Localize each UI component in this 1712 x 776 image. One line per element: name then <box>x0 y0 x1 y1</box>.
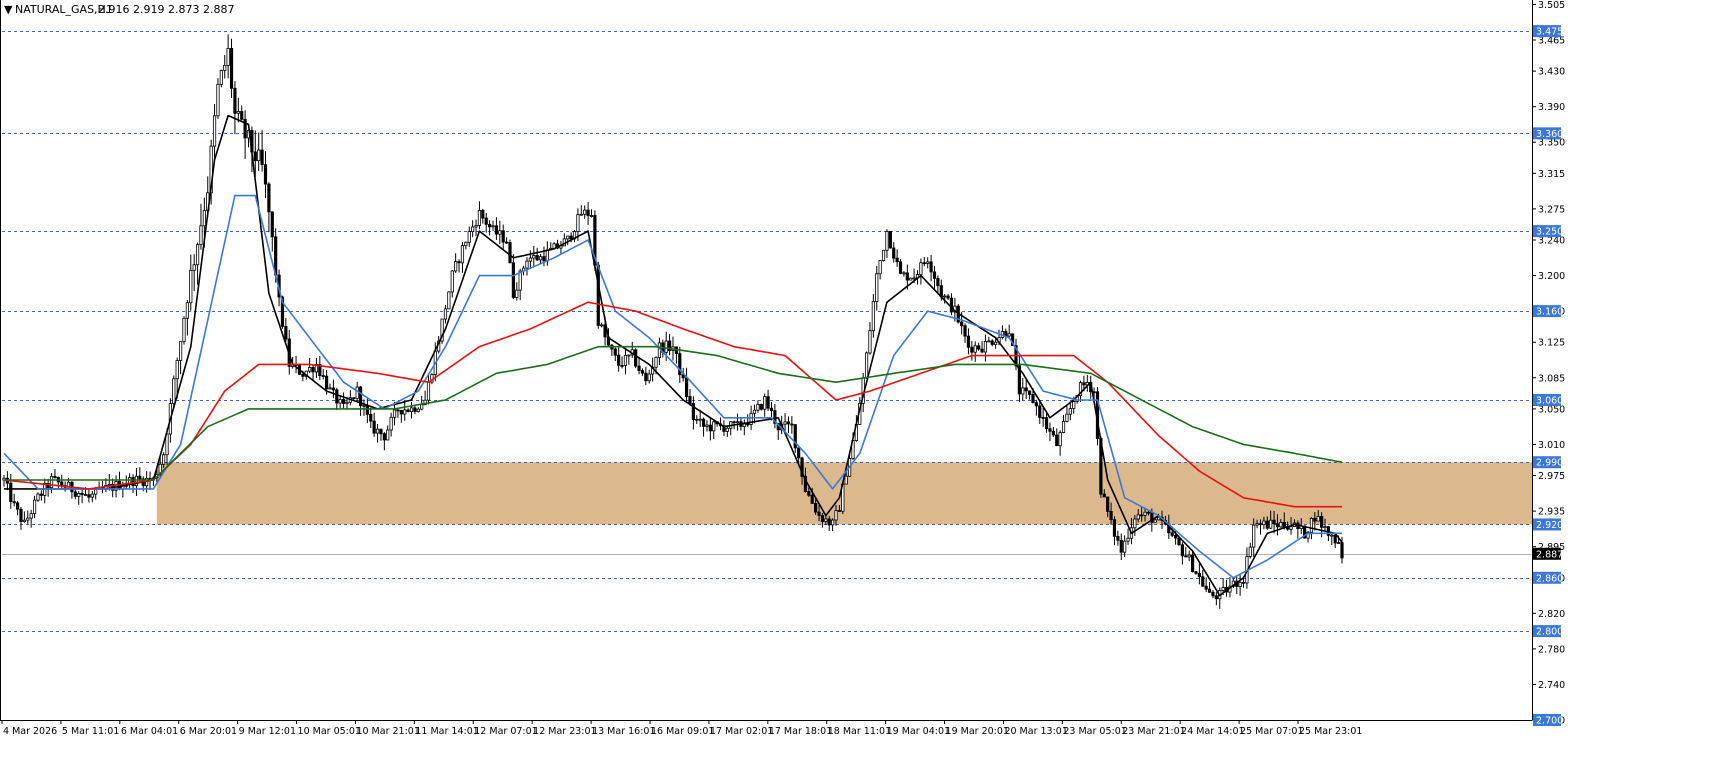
svg-text:2.700: 2.700 <box>1536 716 1563 727</box>
y-tick-label: 3.200 <box>1538 271 1565 282</box>
x-tick-label: 19 Mar 04:01 <box>887 726 950 737</box>
x-tick-label: 16 Mar 09:01 <box>651 726 714 737</box>
x-tick-label: 10 Mar 21:01 <box>356 726 419 737</box>
zone-rect <box>156 462 1532 525</box>
candle <box>881 249 886 262</box>
candle <box>447 291 451 310</box>
y-tick-label: 3.390 <box>1538 102 1565 113</box>
candle <box>898 259 903 275</box>
svg-text:3.060: 3.060 <box>1536 396 1563 407</box>
level-price-label: 3.160 <box>1533 305 1563 318</box>
candle <box>216 78 220 119</box>
x-tick-label: 11 Mar 14:01 <box>415 726 478 737</box>
support-resistance-zone <box>156 462 1532 525</box>
candle <box>36 492 40 502</box>
candle <box>596 261 600 329</box>
level-price-label: 3.360 <box>1533 127 1563 140</box>
svg-text:2.990: 2.990 <box>1536 458 1563 469</box>
collapse-triangle-icon[interactable]: ▼ <box>4 3 13 16</box>
svg-text:3.250: 3.250 <box>1536 227 1563 238</box>
candle <box>219 69 223 88</box>
chart-header: ▼ NATURAL_GAS,H1 2.916 2.919 2.873 2.887 <box>4 3 234 16</box>
x-tick-label: 24 Mar 14:01 <box>1181 726 1244 737</box>
level-price-label: 3.250 <box>1533 225 1563 238</box>
candle <box>508 239 512 264</box>
y-tick-label: 3.315 <box>1538 169 1565 180</box>
candle <box>864 351 869 379</box>
ohlc-values: 2.916 2.919 2.873 2.887 <box>98 3 234 16</box>
x-tick-label: 23 Mar 05:01 <box>1063 726 1126 737</box>
level-price-label: 2.920 <box>1533 518 1563 531</box>
x-tick-label: 13 Mar 16:01 <box>592 726 655 737</box>
svg-text:2.860: 2.860 <box>1536 573 1563 584</box>
level-price-label: 3.475 <box>1533 25 1563 38</box>
x-tick-label: 18 Mar 11:01 <box>828 726 891 737</box>
x-tick-label: 23 Mar 21:01 <box>1122 726 1185 737</box>
candle <box>759 403 763 411</box>
price-chart[interactable]: 3.5053.4653.4303.3903.3503.3153.2753.240… <box>0 0 1712 776</box>
x-tick-label: 19 Mar 20:01 <box>946 726 1009 737</box>
y-tick-label: 2.935 <box>1538 507 1565 518</box>
x-tick-label: 12 Mar 23:01 <box>533 726 596 737</box>
candle <box>182 316 186 345</box>
x-tick-label: 20 Mar 13:01 <box>1004 726 1067 737</box>
x-tick-label: 17 Mar 02:01 <box>710 726 773 737</box>
svg-text:2.800: 2.800 <box>1536 627 1563 638</box>
x-tick-label: 17 Mar 18:01 <box>769 726 832 737</box>
candle <box>888 231 892 249</box>
y-tick-label: 2.820 <box>1538 609 1565 620</box>
x-tick-label: 9 Mar 12:01 <box>239 726 296 737</box>
y-tick-label: 3.430 <box>1538 67 1565 78</box>
svg-text:3.475: 3.475 <box>1536 27 1563 38</box>
x-tick-label: 25 Mar 07:01 <box>1240 726 1303 737</box>
y-tick-label: 3.010 <box>1538 440 1565 451</box>
y-tick-label: 3.125 <box>1538 338 1565 349</box>
level-price-label: 2.990 <box>1533 456 1563 469</box>
level-price-label: 3.060 <box>1533 394 1563 407</box>
y-tick-label: 3.505 <box>1538 0 1565 11</box>
level-price-label: 2.800 <box>1533 625 1563 638</box>
x-tick-label: 10 Mar 05:01 <box>298 726 361 737</box>
svg-text:3.360: 3.360 <box>1536 129 1563 140</box>
y-tick-label: 3.275 <box>1538 204 1565 215</box>
x-tick-label: 6 Mar 04:01 <box>121 726 178 737</box>
x-tick-label: 25 Mar 23:01 <box>1299 726 1362 737</box>
y-tick-label: 2.780 <box>1538 644 1565 655</box>
x-tick-label: 6 Mar 20:01 <box>180 726 237 737</box>
candle <box>634 348 638 369</box>
x-tick-label: 12 Mar 07:01 <box>474 726 537 737</box>
chart-background <box>0 0 1712 776</box>
x-tick-label: 4 Mar 2026 <box>3 726 57 737</box>
svg-text:3.160: 3.160 <box>1536 307 1563 318</box>
candle <box>440 318 444 344</box>
current-price-label: 2.887 <box>1533 547 1563 560</box>
svg-text:2.920: 2.920 <box>1536 520 1563 531</box>
y-tick-label: 2.975 <box>1538 471 1565 482</box>
svg-text:2.887: 2.887 <box>1536 549 1563 560</box>
x-tick-label: 5 Mar 11:01 <box>62 726 119 737</box>
level-price-label: 2.860 <box>1533 571 1563 584</box>
y-tick-label: 2.740 <box>1538 680 1565 691</box>
y-tick-label: 3.085 <box>1538 373 1565 384</box>
candle <box>909 277 913 281</box>
level-price-label: 2.700 <box>1533 714 1563 727</box>
